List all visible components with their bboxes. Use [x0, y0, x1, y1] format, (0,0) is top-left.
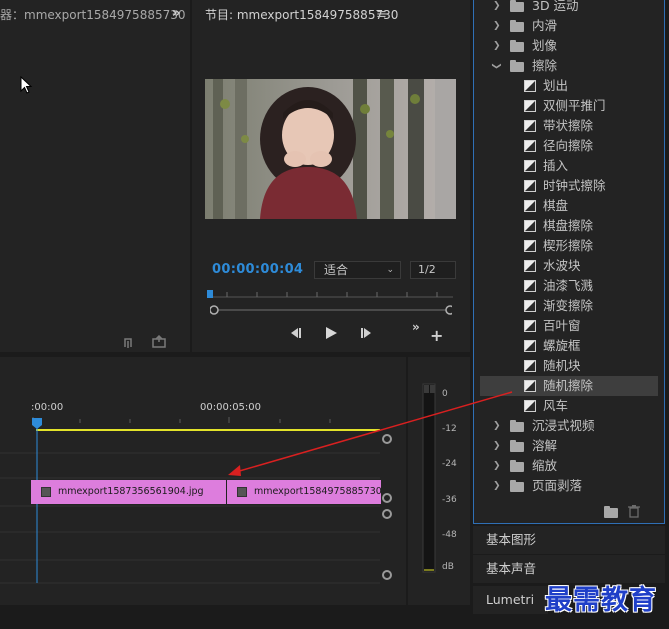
drag-annotation-arrow	[228, 391, 513, 476]
watermark-text: 最需教育	[545, 585, 657, 616]
